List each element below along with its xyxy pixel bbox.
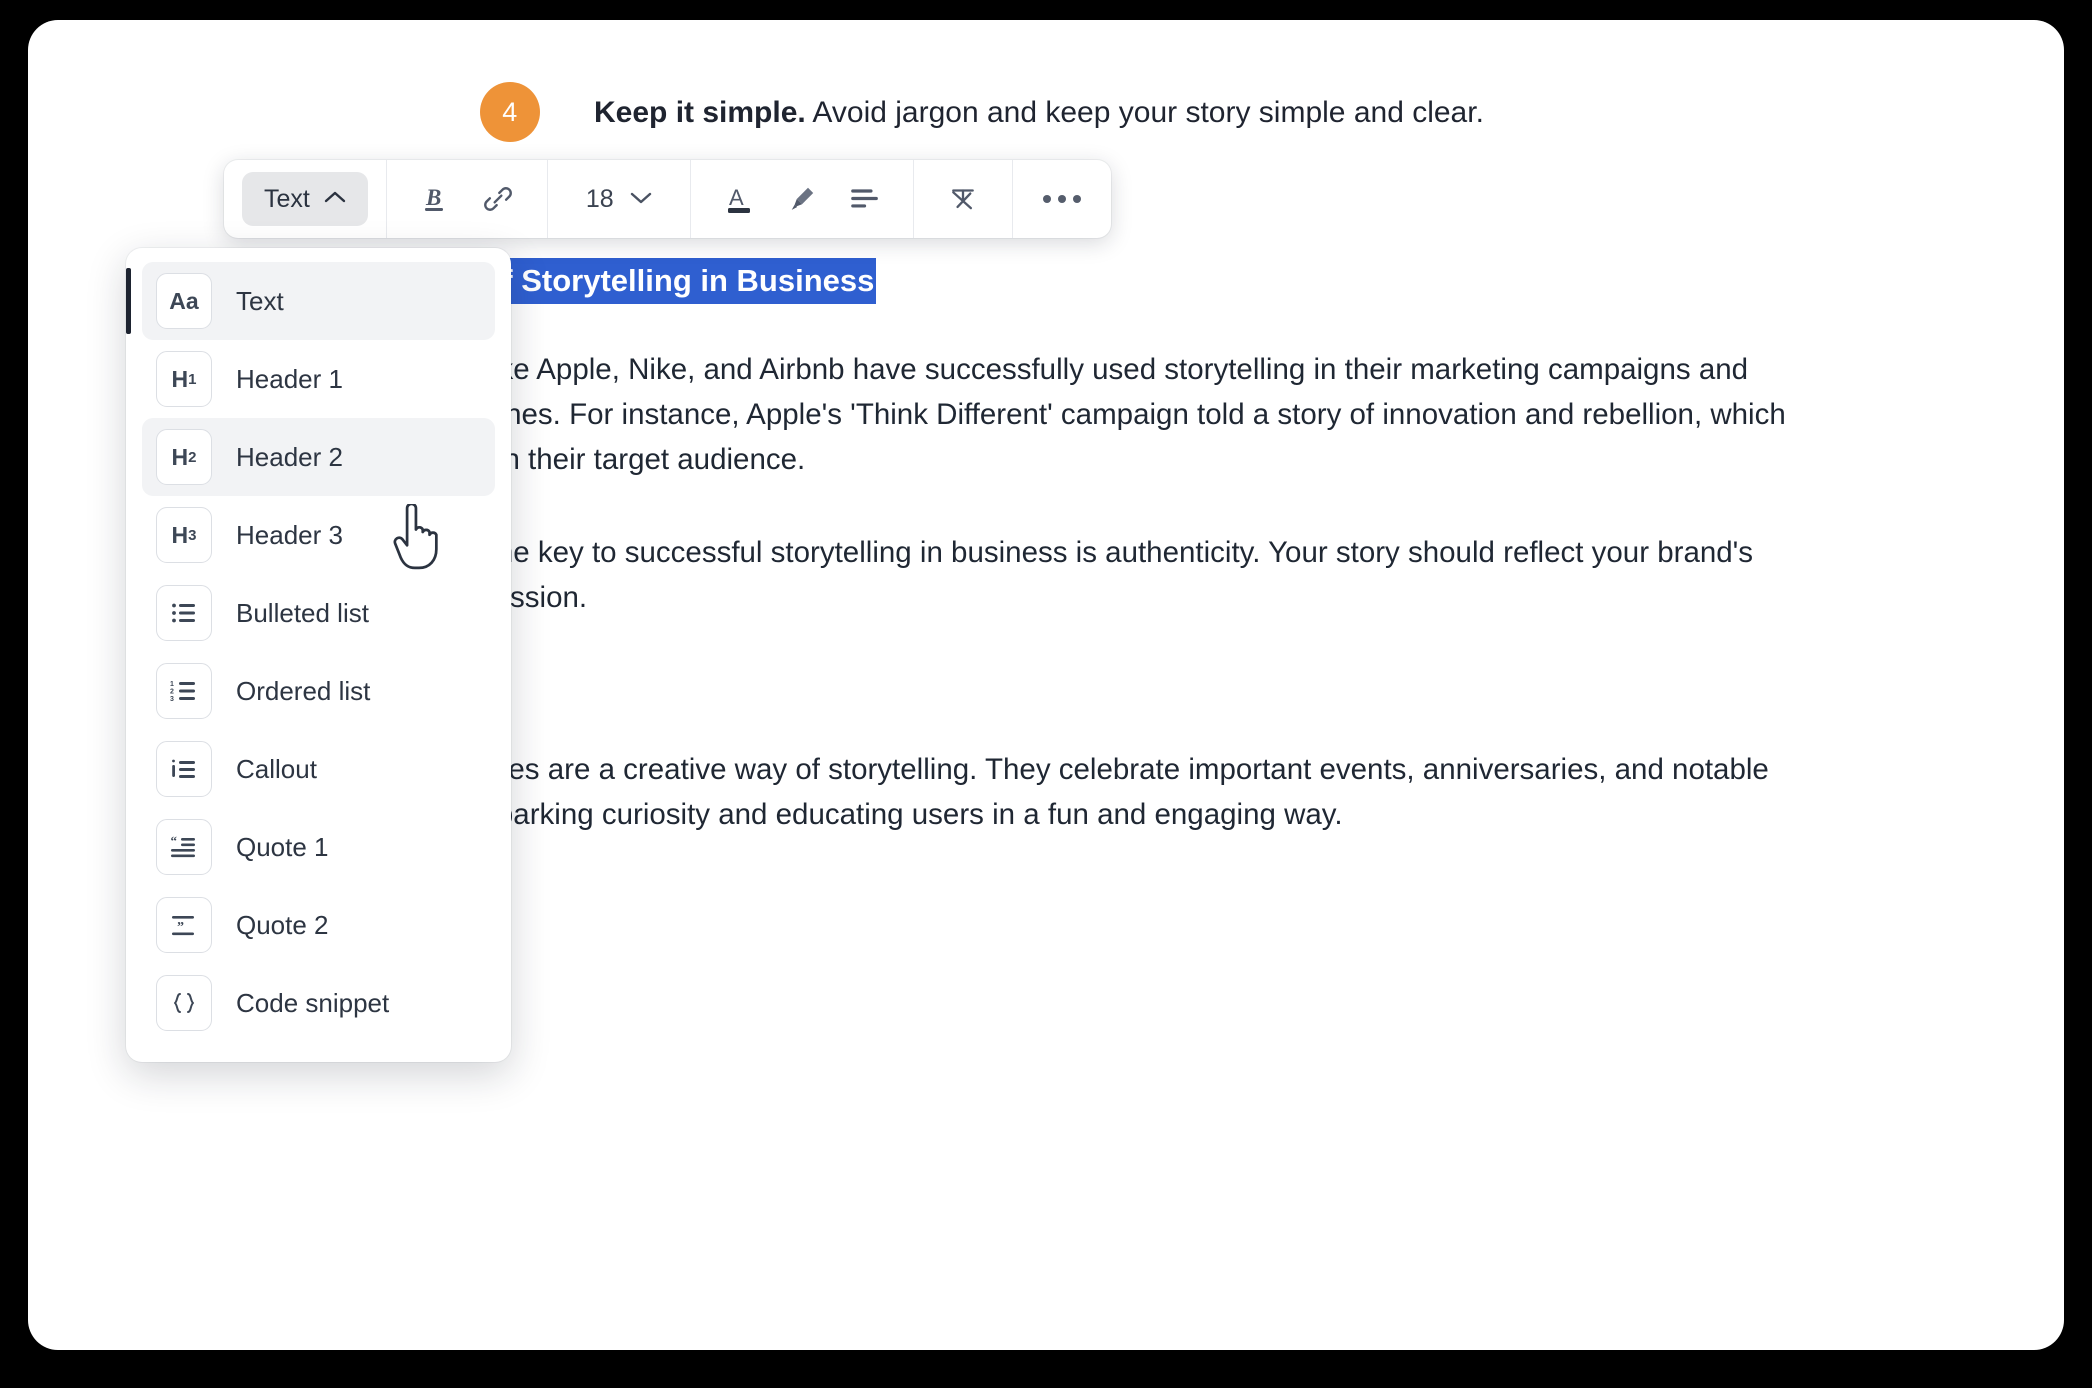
menu-item-ordered-list[interactable]: 1 2 3 Ordered list xyxy=(142,652,495,730)
menu-item-text[interactable]: Aa Text xyxy=(126,262,495,340)
menu-item-label: Quote 2 xyxy=(236,909,329,940)
editor-window: 4 Keep it simple. Avoid jargon and keep … xyxy=(28,20,2064,1350)
header-2-icon: H2 xyxy=(156,429,212,485)
svg-text:A: A xyxy=(729,185,744,210)
tip-text: Keep it simple. Avoid jargon and keep yo… xyxy=(594,96,1484,129)
header-1-icon: H1 xyxy=(156,351,212,407)
screen-root: 4 Keep it simple. Avoid jargon and keep … xyxy=(0,0,2092,1388)
menu-item-bulleted-list[interactable]: Bulleted list xyxy=(142,574,495,652)
font-size-dropdown[interactable]: 18 xyxy=(566,170,672,228)
paragraph-3[interactable]: Google Doodles are a creative way of sto… xyxy=(328,748,1818,838)
svg-text:B: B xyxy=(425,185,441,210)
toolbar-group-size: 18 xyxy=(548,160,691,238)
quote-1-icon: “ xyxy=(156,819,212,875)
menu-item-label: Header 2 xyxy=(236,441,343,472)
text-color-icon[interactable]: A xyxy=(709,170,771,228)
tip-badge: 4 xyxy=(480,82,540,142)
menu-selection-bar xyxy=(126,268,131,334)
menu-item-callout[interactable]: Callout xyxy=(142,730,495,808)
ellipsis-dots xyxy=(1042,195,1081,203)
chevron-up-icon xyxy=(324,190,346,209)
bulleted-list-icon xyxy=(156,585,212,641)
menu-item-quote-1[interactable]: “ Quote 1 xyxy=(142,808,495,886)
menu-item-header-2[interactable]: H2 Header 2 xyxy=(142,418,495,496)
menu-item-label: Callout xyxy=(236,753,317,784)
link-icon[interactable] xyxy=(467,170,529,228)
text-style-icon: Aa xyxy=(156,273,212,329)
block-style-menu: Aa Text H1 Header 1 H2 Header 2 H3 Heade… xyxy=(126,248,511,1062)
menu-item-code-snippet[interactable]: Code snippet xyxy=(142,964,495,1042)
tip-text-rest: Avoid jargon and keep your story simple … xyxy=(805,95,1484,129)
toolbar-group-inline: B xyxy=(387,160,548,238)
text-style-dropdown[interactable]: Text xyxy=(242,172,368,226)
ordered-list-icon: 1 2 3 xyxy=(156,663,212,719)
toolbar-group-clear xyxy=(914,160,1013,238)
svg-text:3: 3 xyxy=(170,696,174,703)
paragraph-1[interactable]: Companies like Apple, Nike, and Airbnb h… xyxy=(328,348,1818,482)
align-left-icon[interactable] xyxy=(833,170,895,228)
quote-2-icon: ” xyxy=(156,897,212,953)
clear-formatting-icon[interactable] xyxy=(932,170,994,228)
bold-button[interactable]: B xyxy=(405,170,467,228)
svg-text:1: 1 xyxy=(170,681,174,688)
menu-item-label: Header 3 xyxy=(236,519,343,550)
menu-item-label: Ordered list xyxy=(236,675,371,706)
font-size-value: 18 xyxy=(585,184,614,213)
menu-item-label: Header 1 xyxy=(236,363,343,394)
menu-item-label: Quote 1 xyxy=(236,831,329,862)
toolbar-group-style: Text xyxy=(224,160,387,238)
highlighter-icon[interactable] xyxy=(771,170,833,228)
toolbar-group-color: A xyxy=(691,160,914,238)
heading-google[interactable]: Google xyxy=(328,668,1948,704)
tip-row: 4 Keep it simple. Avoid jargon and keep … xyxy=(28,76,2064,148)
document-body: Examples of Storytelling in Business Com… xyxy=(328,258,1948,886)
tip-text-bold: Keep it simple. xyxy=(594,95,806,129)
menu-item-label: Bulleted list xyxy=(236,597,369,628)
menu-item-quote-2[interactable]: ” Quote 2 xyxy=(142,886,495,964)
svg-text:“: “ xyxy=(171,834,178,848)
header-3-icon: H3 xyxy=(156,507,212,563)
menu-item-header-1[interactable]: H1 Header 1 xyxy=(142,340,495,418)
callout-icon xyxy=(156,741,212,797)
more-options-icon[interactable] xyxy=(1031,170,1093,228)
code-snippet-icon xyxy=(156,975,212,1031)
text-style-dropdown-label: Text xyxy=(264,184,310,213)
svg-text:2: 2 xyxy=(170,689,174,696)
menu-item-header-3[interactable]: H3 Header 3 xyxy=(142,496,495,574)
toolbar-group-more xyxy=(1013,160,1111,238)
menu-item-label: Text xyxy=(236,285,284,316)
selected-heading-line: Examples of Storytelling in Business xyxy=(328,258,1948,348)
chevron-down-icon xyxy=(630,190,652,209)
formatting-toolbar: Text B 18 A xyxy=(224,160,1111,238)
menu-item-label: Code snippet xyxy=(236,987,390,1018)
paragraph-2[interactable]: Remember, the key to successful storytel… xyxy=(328,531,1818,621)
